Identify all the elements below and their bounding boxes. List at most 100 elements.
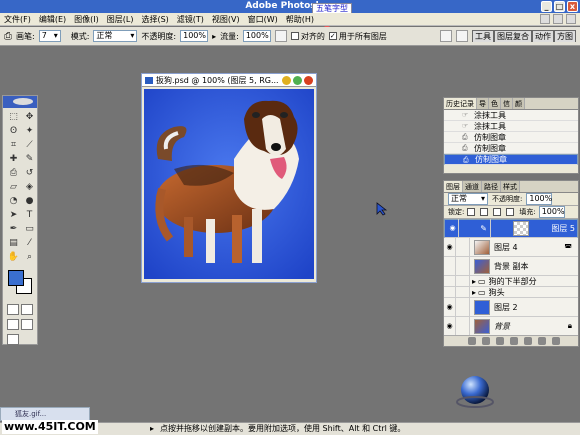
notes-tool-icon[interactable]: ▤ xyxy=(7,237,20,249)
eye-icon[interactable]: ◉ xyxy=(444,237,456,257)
slice-tool-icon[interactable]: ⟋ xyxy=(23,139,36,151)
eye-icon[interactable]: ◉ xyxy=(444,316,456,336)
ws-tab-actions[interactable]: 动作 xyxy=(532,30,554,42)
tab-info[interactable]: 信 xyxy=(501,98,513,109)
new-group-icon[interactable] xyxy=(510,337,518,345)
healing-brush-tool-icon[interactable]: ✚ xyxy=(7,153,20,165)
close-button[interactable]: x xyxy=(567,1,578,12)
eye-icon[interactable] xyxy=(444,275,456,287)
type-tool-icon[interactable]: T xyxy=(23,209,36,221)
shape-tool-icon[interactable]: ▭ xyxy=(23,223,36,235)
trash-icon[interactable] xyxy=(552,337,560,345)
layer-opacity-input[interactable]: 100% xyxy=(526,193,553,205)
move-tool-icon[interactable]: ✥ xyxy=(23,111,36,123)
all-layers-checkbox[interactable]: ✓ 用于所有图层 xyxy=(328,31,387,42)
flow-input[interactable]: 100% xyxy=(242,30,271,42)
layer-group-row[interactable]: ▸ ▭ 狗的下半部分 xyxy=(444,275,578,287)
adjustment-layer-icon[interactable] xyxy=(524,337,532,345)
doc-close-dot[interactable] xyxy=(304,76,313,85)
history-item-selected[interactable]: ⎙ 仿制图章 xyxy=(444,154,578,165)
tab-swatches[interactable]: 颜 xyxy=(513,98,525,109)
minimized-window[interactable]: 狐友.gif... xyxy=(0,407,90,421)
layer-row[interactable]: ◉ ✎ 图层 5 xyxy=(444,219,578,238)
lock-position-icon[interactable] xyxy=(493,208,502,216)
doc-minimize-dot[interactable] xyxy=(282,76,291,85)
pen-tool-icon[interactable]: ✒ xyxy=(7,223,20,235)
clone-stamp-tool-icon[interactable]: ⎙ xyxy=(4,31,12,42)
eye-icon[interactable]: ◉ xyxy=(444,297,456,317)
history-item[interactable]: ⎙ 仿制图章 xyxy=(444,143,578,154)
menu-select[interactable]: 选择(S) xyxy=(137,13,172,26)
doc-maximize-dot[interactable] xyxy=(293,76,302,85)
expand-arrow-icon[interactable]: ▸ xyxy=(472,288,476,297)
new-layer-icon[interactable] xyxy=(538,337,546,345)
opacity-input[interactable]: 100% xyxy=(180,30,209,42)
menu-layer[interactable]: 图层(L) xyxy=(103,13,138,26)
history-brush-tool-icon[interactable]: ↺ xyxy=(23,167,36,179)
tab-history[interactable]: 历史记录 xyxy=(444,98,477,109)
jump-to-imageready-icon[interactable] xyxy=(7,334,19,345)
doc-minimize-button[interactable] xyxy=(540,14,550,24)
add-mask-icon[interactable] xyxy=(496,337,504,345)
layer-style-icon[interactable] xyxy=(482,337,490,345)
history-item[interactable]: ☞ 涂抹工具 xyxy=(444,121,578,132)
menu-help[interactable]: 帮助(H) xyxy=(282,13,318,26)
standard-mode-icon[interactable] xyxy=(7,304,19,315)
menu-window[interactable]: 窗口(W) xyxy=(244,13,282,26)
history-item[interactable]: ☞ 涂抹工具 xyxy=(444,110,578,121)
blur-tool-icon[interactable]: ◔ xyxy=(7,195,20,207)
doc-close-button[interactable] xyxy=(566,14,576,24)
toolbox-header[interactable] xyxy=(3,96,37,108)
maximize-button[interactable]: □ xyxy=(554,1,565,12)
tab-color[interactable]: 色 xyxy=(489,98,501,109)
ws-tab-other[interactable]: 方图 xyxy=(554,30,576,42)
menu-file[interactable]: 文件(F) xyxy=(0,13,35,26)
ws-tab-layer-comps[interactable]: 图层复合 xyxy=(494,30,532,42)
airbrush-icon[interactable] xyxy=(274,30,287,42)
tab-navigator[interactable]: 导 xyxy=(477,98,489,109)
lock-pixels-icon[interactable] xyxy=(480,208,489,216)
ws-tab-tools[interactable]: 工具 xyxy=(472,30,494,42)
crop-tool-icon[interactable]: ⌗ xyxy=(7,139,20,151)
quick-mask-mode-icon[interactable] xyxy=(21,304,33,315)
lock-all-icon[interactable] xyxy=(506,208,515,216)
menu-view[interactable]: 视图(V) xyxy=(208,13,244,26)
zoom-tool-icon[interactable]: ⌕ xyxy=(23,251,36,263)
eye-icon[interactable] xyxy=(444,286,456,298)
menu-edit[interactable]: 编辑(E) xyxy=(35,13,70,26)
path-select-tool-icon[interactable]: ➤ xyxy=(7,209,20,221)
document-title-bar[interactable]: 扳狗.psd @ 100% (图层 5, RG... xyxy=(142,74,316,87)
foreground-color-swatch[interactable] xyxy=(8,270,24,286)
tab-paths[interactable]: 路径 xyxy=(482,181,501,192)
tab-styles[interactable]: 样式 xyxy=(501,181,520,192)
brush-tool-icon[interactable]: ✎ xyxy=(23,153,36,165)
fill-input[interactable]: 100% xyxy=(538,206,565,218)
menu-filter[interactable]: 滤镜(T) xyxy=(173,13,208,26)
paint-bucket-tool-icon[interactable]: ◈ xyxy=(23,181,36,193)
doc-restore-button[interactable] xyxy=(553,14,563,24)
layer-row[interactable]: ◉ 图层 4 ◚ xyxy=(444,237,578,257)
menu-image[interactable]: 图像(I) xyxy=(70,13,103,26)
hand-tool-icon[interactable]: ✋ xyxy=(7,251,20,263)
opacity-dropdown-icon[interactable]: ▸ xyxy=(212,32,216,41)
eye-icon[interactable]: ◉ xyxy=(447,219,459,238)
tab-layers[interactable]: 图层 xyxy=(444,181,463,192)
eyedropper-tool-icon[interactable]: ⁄ xyxy=(23,237,36,249)
screen-mode-full-icon[interactable] xyxy=(21,319,33,330)
blend-mode-select[interactable]: 正常 ▾ xyxy=(448,193,488,205)
minimize-button[interactable]: _ xyxy=(541,1,552,12)
brush-picker[interactable]: 7 ▾ xyxy=(38,30,61,42)
dodge-tool-icon[interactable]: ● xyxy=(23,195,36,207)
layer-group-row[interactable]: ▸ ▭ 狗头 xyxy=(444,286,578,298)
screen-mode-standard-icon[interactable] xyxy=(7,319,19,330)
document-canvas[interactable] xyxy=(144,89,314,279)
eraser-tool-icon[interactable]: ▱ xyxy=(7,181,20,193)
layer-row[interactable]: ◉ 图层 2 xyxy=(444,297,578,317)
print-icon[interactable] xyxy=(456,30,468,42)
mode-select[interactable]: 正常 ▾ xyxy=(93,30,138,42)
lasso-tool-icon[interactable]: ʘ xyxy=(7,125,20,137)
lock-transparency-icon[interactable] xyxy=(467,208,476,216)
eye-icon[interactable] xyxy=(444,256,456,276)
marquee-tool-icon[interactable]: ⬚ xyxy=(7,111,20,123)
expand-arrow-icon[interactable]: ▸ xyxy=(472,277,476,286)
